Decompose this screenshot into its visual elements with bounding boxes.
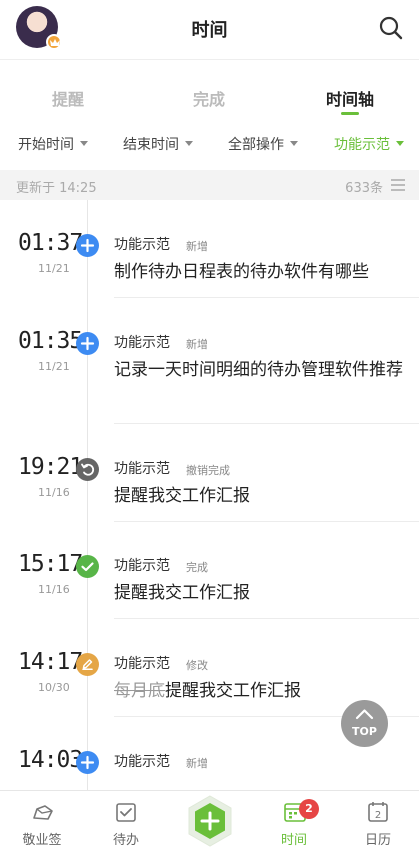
nav-time[interactable]: 2 时间: [252, 791, 336, 855]
bottom-nav: 敬业签 待办 2 时间 2 日历: [0, 790, 419, 855]
nav-label: 日历: [364, 833, 391, 848]
nav-label: 敬业签: [22, 833, 62, 848]
entry-project: 功能示范: [114, 656, 170, 672]
plus-icon: [76, 234, 99, 257]
back-to-top-label: TOP: [352, 725, 377, 738]
divider: [114, 423, 419, 424]
tab-bar: 提醒 完成 时间轴: [0, 60, 419, 120]
notification-badge: 2: [299, 799, 319, 819]
entry-date: 11/21: [38, 262, 70, 275]
filter-label: 全部操作: [228, 137, 284, 153]
entry-project: 功能示范: [114, 754, 170, 770]
filter-end-time[interactable]: 结束时间: [123, 134, 193, 154]
entry-project: 功能示范: [114, 558, 170, 574]
record-count: 633条: [345, 181, 383, 196]
entry-action: 新增: [186, 338, 208, 351]
entry-date: 10/30: [38, 681, 70, 694]
back-to-top-button[interactable]: TOP: [341, 700, 388, 747]
entry-time: 19:21: [18, 454, 83, 480]
entry-action: 新增: [186, 757, 208, 770]
caret-down-icon: [396, 141, 404, 146]
app-header: 时间: [0, 0, 419, 60]
tab-done[interactable]: 完成: [193, 86, 225, 110]
entry-project: 功能示范: [114, 237, 170, 253]
calendar-icon: 2: [368, 802, 388, 822]
entry-action: 修改: [186, 659, 208, 672]
divider: [114, 618, 419, 619]
nav-label: 待办: [112, 833, 139, 848]
todo-check-icon: [116, 803, 136, 822]
entry-date: 11/21: [38, 360, 70, 373]
entry-project: 功能示范: [114, 335, 170, 351]
entry-action: 完成: [186, 561, 208, 574]
edit-icon: [76, 653, 99, 676]
entry-text: 提醒我交工作汇报: [165, 681, 301, 701]
filter-label: 功能示范: [334, 137, 390, 153]
tab-reminder[interactable]: 提醒: [52, 86, 84, 110]
entry-text: 记录一天时间明细的待办管理软件推荐: [114, 360, 403, 380]
timeline-axis: [87, 200, 88, 790]
nav-label: 时间: [280, 833, 307, 848]
entry-time: 01:37: [18, 230, 83, 256]
status-bar: 更新于 14:25 633条: [0, 170, 419, 200]
check-icon: [76, 555, 99, 578]
entry-date: 11/16: [38, 486, 70, 499]
entry-time: 14:17: [18, 649, 83, 675]
caret-down-icon: [185, 141, 193, 146]
cloud-note-icon: [33, 805, 53, 820]
entry-text: 提醒我交工作汇报: [114, 486, 250, 506]
filter-label: 结束时间: [123, 137, 179, 153]
entry-old-text: 每月底: [114, 681, 165, 701]
entry-date: 11/16: [38, 583, 70, 596]
nav-calendar[interactable]: 2 日历: [336, 791, 419, 855]
plus-icon: [76, 751, 99, 774]
tab-timeline[interactable]: 时间轴: [326, 86, 374, 110]
entry-action: 撤销完成: [186, 464, 230, 477]
plus-icon: [76, 332, 99, 355]
updated-time: 更新于 14:25: [16, 181, 97, 196]
filter-bar: 开始时间 结束时间 全部操作 功能示范: [0, 124, 419, 160]
entry-action: 新增: [186, 240, 208, 253]
search-icon[interactable]: [377, 14, 405, 42]
entry-text: 制作待办日程表的待办软件有哪些: [114, 262, 369, 282]
caret-down-icon: [290, 141, 298, 146]
entry-project: 功能示范: [114, 461, 170, 477]
entry-time: 01:35: [18, 328, 83, 354]
menu-icon[interactable]: [391, 179, 405, 191]
page-title: 时间: [191, 20, 228, 41]
entry-text: 提醒我交工作汇报: [114, 583, 250, 603]
nav-todo[interactable]: 待办: [84, 791, 168, 855]
divider: [114, 297, 419, 298]
undo-icon: [76, 458, 99, 481]
nav-notes[interactable]: 敬业签: [0, 791, 84, 855]
calendar-day: 2: [375, 810, 381, 821]
entry-time: 14:03: [18, 747, 83, 773]
tab-active-indicator: [341, 112, 359, 115]
filter-label: 开始时间: [18, 137, 74, 153]
divider: [114, 521, 419, 522]
entry-time: 15:17: [18, 551, 83, 577]
filter-all-actions[interactable]: 全部操作: [228, 134, 298, 154]
caret-down-icon: [80, 141, 88, 146]
add-hexagon-icon[interactable]: [187, 795, 233, 847]
filter-start-time[interactable]: 开始时间: [18, 134, 88, 154]
filter-project[interactable]: 功能示范: [334, 134, 404, 154]
